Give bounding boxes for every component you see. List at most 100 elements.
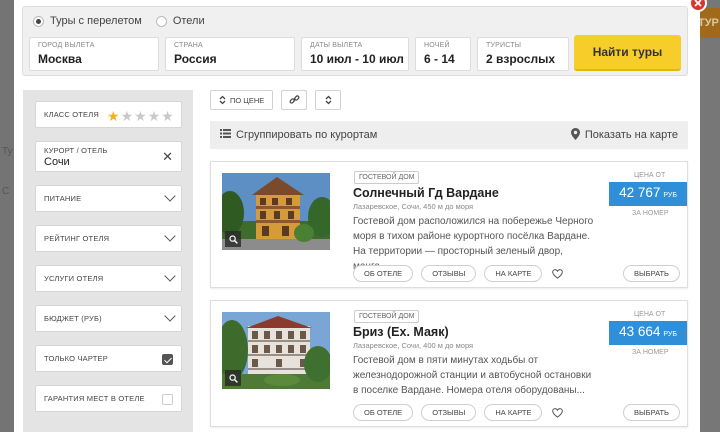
hotel-actions: ОБ ОТЕЛЕ ОТЗЫВЫ НА КАРТЕ <box>353 265 564 282</box>
about-hotel-button[interactable]: ОБ ОТЕЛЕ <box>353 404 414 421</box>
background-text: С <box>2 186 10 197</box>
search-panel: Туры с перелетом Отели ГОРОД ВЫЛЕТА Моск… <box>22 6 688 76</box>
group-bar: Сгруппировать по курортам Показать на ка… <box>210 121 688 149</box>
country-field[interactable]: СТРАНА Россия <box>165 37 295 71</box>
checkbox-checked[interactable] <box>162 354 173 365</box>
tourists-field[interactable]: ТУРИСТЫ 2 взрослых <box>477 37 569 71</box>
price-label: ЦЕНА ОТ <box>634 311 666 318</box>
find-tours-button[interactable]: Найти туры <box>574 35 681 71</box>
sort-bar: ПО ЦЕНЕ <box>210 90 342 110</box>
price-label: ЦЕНА ОТ <box>634 172 666 179</box>
nights-field[interactable]: НОЧЕЙ 6 - 14 <box>415 37 471 71</box>
star-rating[interactable]: ★ ★ ★ ★ ★ <box>107 109 174 123</box>
field-label: ГОРОД ВЫЛЕТА <box>38 42 95 49</box>
hotel-description: Гостевой дом в пяти минутах ходьбы от же… <box>353 355 592 396</box>
radio-checked-icon <box>33 15 44 27</box>
budget-filter[interactable]: БЮДЖЕТ (РУБ) <box>35 305 182 332</box>
hotel-card: ГОСТЕВОЙ ДОМ Солнечный Гд Вардане Лазаре… <box>210 161 688 288</box>
link-button[interactable] <box>281 90 308 110</box>
zoom-icon[interactable] <box>225 231 241 247</box>
chevron-down-icon <box>164 310 176 322</box>
sort-arrows-icon <box>325 95 332 105</box>
link-icon <box>289 94 300 107</box>
resort-hotel-filter[interactable]: КУРОРТ / ОТЕЛЬ Сочи ✕ <box>35 141 182 172</box>
hotel-photo[interactable] <box>222 173 330 250</box>
chevron-down-icon <box>164 270 176 282</box>
sort-order-button[interactable] <box>315 90 342 110</box>
radio-flights-label: Туры с перелетом <box>50 15 142 27</box>
map-label: Показать на карте <box>584 129 678 141</box>
price-badge[interactable]: 42 767 РУБ <box>609 182 687 206</box>
departure-dates-field[interactable]: ДАТЫ ВЫЛЕТА 10 июл - 10 июл <box>301 37 409 71</box>
filter-label: БЮДЖЕТ (РУБ) <box>44 314 102 323</box>
charter-only-filter[interactable]: ТОЛЬКО ЧАРТЕР <box>35 345 182 372</box>
filter-label: ПИТАНИЕ <box>44 194 82 203</box>
radio-hotels-label: Отели <box>172 15 205 27</box>
heart-icon[interactable] <box>550 406 564 420</box>
group-by-resorts-toggle[interactable]: Сгруппировать по курортам <box>220 129 377 141</box>
sort-label: ПО ЦЕНЕ <box>230 95 265 105</box>
star-icon[interactable]: ★ <box>134 109 147 123</box>
hotel-name[interactable]: Солнечный Гд Вардане <box>353 186 499 200</box>
map-pin-icon <box>570 127 580 143</box>
per-room-label: ЗА НОМЕР <box>632 210 669 217</box>
resort-value: Сочи <box>44 155 70 168</box>
price-badge[interactable]: 43 664 РУБ <box>609 321 687 345</box>
star-icon[interactable]: ★ <box>121 109 134 123</box>
sort-arrows-icon <box>219 95 226 105</box>
field-label: ТУРИСТЫ <box>486 42 522 49</box>
radio-unchecked-icon <box>155 15 167 27</box>
chevron-down-icon <box>164 230 176 242</box>
background-text: Ту <box>2 146 13 157</box>
hotel-class-filter[interactable]: КЛАСС ОТЕЛЯ ★ ★ ★ ★ ★ <box>35 101 182 128</box>
per-room-label: ЗА НОМЕР <box>632 349 669 356</box>
departure-city-field[interactable]: ГОРОД ВЫЛЕТА Москва <box>29 37 159 71</box>
field-label: ДАТЫ ВЫЛЕТА <box>310 42 363 49</box>
field-value: Москва <box>38 52 82 66</box>
choose-button[interactable]: ВЫБРАТЬ <box>623 404 680 421</box>
field-value: 2 взрослых <box>486 52 556 66</box>
reviews-button[interactable]: ОТЗЫВЫ <box>421 265 477 282</box>
tour-type-selector: Туры с перелетом Отели <box>33 15 205 27</box>
hotel-actions: ОБ ОТЕЛЕ ОТЗЫВЫ НА КАРТЕ <box>353 404 564 421</box>
hotel-location: Лазаревское, Сочи, 450 м до моря <box>353 202 474 211</box>
hotel-rating-filter[interactable]: РЕЙТИНГ ОТЕЛЯ <box>35 225 182 252</box>
field-label: НОЧЕЙ <box>424 42 450 49</box>
about-hotel-button[interactable]: ОБ ОТЕЛЕ <box>353 265 414 282</box>
background-left-strip: Ту С <box>0 0 14 432</box>
filter-label: УСЛУГИ ОТЕЛЯ <box>44 274 104 283</box>
guaranteed-rooms-filter[interactable]: ГАРАНТИЯ МЕСТ В ОТЕЛЕ <box>35 385 182 412</box>
field-value: Россия <box>174 52 217 66</box>
star-icon[interactable]: ★ <box>161 109 174 123</box>
hotel-photo[interactable] <box>222 312 330 389</box>
hotel-location: Лазаревское, Сочи, 400 м до моря <box>353 341 474 350</box>
on-map-button[interactable]: НА КАРТЕ <box>484 265 543 282</box>
zoom-icon[interactable] <box>225 370 241 386</box>
sort-by-price-button[interactable]: ПО ЦЕНЕ <box>210 90 274 110</box>
meal-filter[interactable]: ПИТАНИЕ <box>35 185 182 212</box>
filter-label: РЕЙТИНГ ОТЕЛЯ <box>44 234 110 243</box>
filters-sidebar: КЛАСС ОТЕЛЯ ★ ★ ★ ★ ★ КУРОРТ / ОТЕЛЬ Соч… <box>23 90 193 432</box>
category-badge: ГОСТЕВОЙ ДОМ <box>354 310 420 323</box>
close-icon <box>694 0 702 7</box>
chevron-down-icon <box>164 190 176 202</box>
hotel-card: ГОСТЕВОЙ ДОМ Бриз (Ех. Маяк) Лазаревское… <box>210 300 688 427</box>
price-value: 42 767 <box>619 185 661 200</box>
checkbox-unchecked[interactable] <box>162 394 173 405</box>
field-value: 6 - 14 <box>424 52 455 66</box>
star-icon[interactable]: ★ <box>107 109 120 123</box>
radio-flights[interactable]: Туры с перелетом <box>33 15 142 27</box>
star-icon[interactable]: ★ <box>148 109 161 123</box>
choose-button[interactable]: ВЫБРАТЬ <box>623 265 680 282</box>
heart-icon[interactable] <box>550 267 564 281</box>
search-results-modal: Туры с перелетом Отели ГОРОД ВЫЛЕТА Моск… <box>14 0 700 432</box>
clear-icon[interactable]: ✕ <box>162 150 173 163</box>
show-on-map-link[interactable]: Показать на карте <box>570 127 678 143</box>
hotel-name[interactable]: Бриз (Ех. Маяк) <box>353 325 449 339</box>
reviews-button[interactable]: ОТЗЫВЫ <box>421 404 477 421</box>
radio-hotels[interactable]: Отели <box>155 15 205 27</box>
price-currency: РУБ <box>663 192 677 199</box>
category-badge: ГОСТЕВОЙ ДОМ <box>354 171 420 184</box>
hotel-services-filter[interactable]: УСЛУГИ ОТЕЛЯ <box>35 265 182 292</box>
on-map-button[interactable]: НА КАРТЕ <box>484 404 543 421</box>
